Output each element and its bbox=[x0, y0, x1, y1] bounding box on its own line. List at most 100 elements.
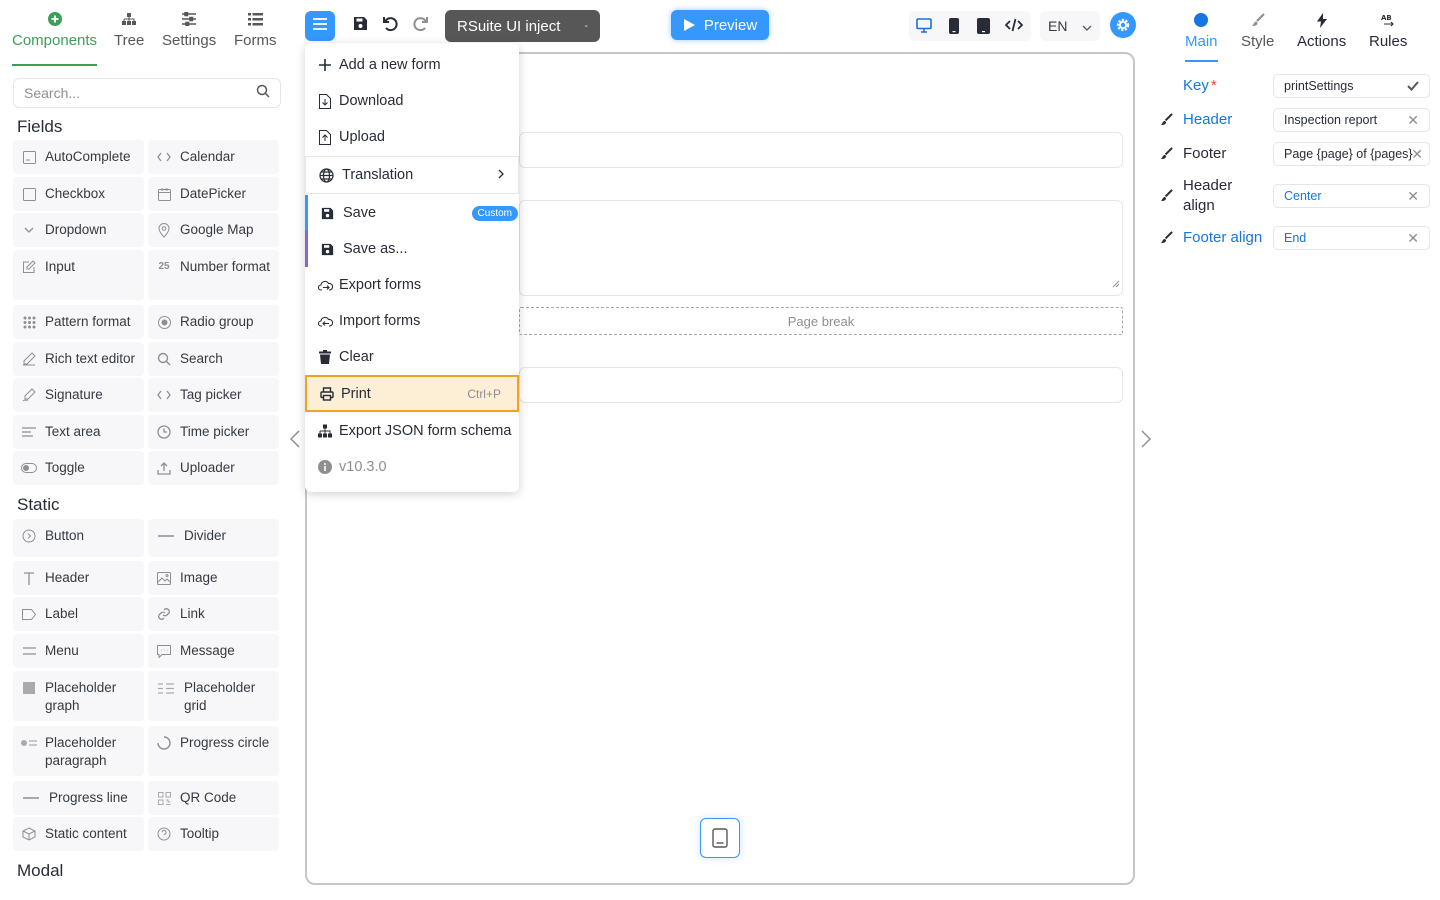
page-break[interactable]: Page break bbox=[519, 307, 1123, 335]
clear-icon[interactable]: ✕ bbox=[1407, 230, 1419, 247]
tab-rules[interactable]: AB Rules bbox=[1369, 10, 1407, 50]
component-label: Calendar bbox=[180, 149, 235, 164]
footer-align-select[interactable]: End ✕ bbox=[1273, 226, 1430, 250]
component-signature[interactable]: Signature bbox=[13, 378, 144, 412]
component-divider[interactable]: Divider bbox=[148, 519, 279, 557]
footer-field[interactable] bbox=[519, 367, 1123, 403]
component-static-content[interactable]: Static content bbox=[13, 817, 144, 851]
component-checkbox[interactable]: Checkbox bbox=[13, 177, 144, 211]
clock-icon bbox=[156, 423, 172, 441]
component-menu[interactable]: Menu bbox=[13, 634, 144, 668]
component-number-format[interactable]: 25 Number format bbox=[148, 250, 279, 300]
menu-item-clear[interactable]: Clear bbox=[305, 339, 519, 375]
chevron-left-icon[interactable] bbox=[289, 430, 300, 453]
placeholder-graph-icon bbox=[21, 679, 37, 697]
component-qr-code[interactable]: QR Code bbox=[148, 781, 279, 815]
prop-footer-label: Footer bbox=[1183, 145, 1227, 162]
menu-item-label: Translation bbox=[342, 167, 414, 183]
component-tooltip[interactable]: Tooltip bbox=[148, 817, 279, 851]
clear-icon[interactable]: ✕ bbox=[1407, 188, 1419, 205]
floppy-disk-icon bbox=[353, 16, 368, 36]
header-align-select[interactable]: Center ✕ bbox=[1273, 184, 1430, 208]
menu-item-save-as[interactable]: Save as... bbox=[305, 231, 519, 267]
component-label: Progress line bbox=[49, 790, 128, 805]
key-input[interactable]: printSettings bbox=[1273, 74, 1430, 98]
prop-header-label: Header bbox=[1183, 111, 1233, 128]
menu-item-add-form[interactable]: Add a new form bbox=[305, 47, 519, 83]
chevron-right-icon[interactable] bbox=[1141, 430, 1152, 453]
preview-button[interactable]: Preview bbox=[671, 10, 769, 40]
component-placeholder-grid[interactable]: Placeholder grid bbox=[148, 671, 279, 721]
link-icon bbox=[156, 605, 172, 623]
magnifier-icon bbox=[156, 350, 172, 368]
component-header[interactable]: Header bbox=[13, 561, 144, 595]
component-search[interactable]: Search bbox=[148, 342, 279, 376]
component-progress-line[interactable]: Progress line bbox=[13, 781, 144, 815]
component-text-area[interactable]: Text area bbox=[13, 415, 144, 449]
tablet-icon[interactable] bbox=[977, 18, 990, 39]
upload-file-icon bbox=[317, 129, 333, 145]
tab-label: Forms bbox=[234, 32, 277, 49]
menu-item-translation[interactable]: Translation bbox=[305, 156, 519, 194]
desktop-icon[interactable] bbox=[916, 18, 932, 38]
component-button[interactable]: Button bbox=[13, 519, 144, 557]
text-area-field[interactable] bbox=[519, 200, 1123, 296]
tab-settings[interactable]: Settings bbox=[162, 8, 216, 49]
code-icon[interactable] bbox=[1004, 18, 1024, 37]
search-icon[interactable] bbox=[256, 84, 270, 103]
clear-icon[interactable]: ✕ bbox=[1407, 112, 1419, 129]
component-rich-text-editor[interactable]: Rich text editor bbox=[13, 342, 144, 376]
tab-forms[interactable]: Forms bbox=[234, 8, 277, 49]
tab-actions[interactable]: Actions bbox=[1297, 10, 1346, 50]
menu-item-download[interactable]: Download bbox=[305, 83, 519, 119]
menu-item-export-schema[interactable]: Export JSON form schema bbox=[305, 413, 519, 449]
component-placeholder-paragraph[interactable]: Placeholder paragraph bbox=[13, 726, 144, 776]
context-select[interactable]: RSuite UI inject - bbox=[445, 10, 600, 42]
component-tag-picker[interactable]: Tag picker bbox=[148, 378, 279, 412]
component-input[interactable]: Input bbox=[13, 250, 144, 300]
header-input[interactable]: Inspection report ✕ bbox=[1273, 108, 1430, 132]
document-view-button[interactable] bbox=[700, 818, 740, 858]
header-field[interactable] bbox=[519, 132, 1123, 168]
chevron-down-icon bbox=[1082, 18, 1092, 34]
menu-item-export-forms[interactable]: Export forms bbox=[305, 267, 519, 303]
search-input[interactable] bbox=[24, 85, 256, 101]
component-message[interactable]: Message bbox=[148, 634, 279, 668]
save-button[interactable] bbox=[347, 11, 373, 41]
main-menu-dropdown: Add a new form Download Upload Translati… bbox=[305, 43, 519, 492]
component-pattern-format[interactable]: Pattern format bbox=[13, 305, 144, 339]
tab-style[interactable]: Style bbox=[1241, 10, 1274, 50]
undo-button[interactable] bbox=[377, 11, 403, 41]
component-datepicker[interactable]: DatePicker bbox=[148, 177, 279, 211]
component-placeholder-graph[interactable]: Placeholder graph bbox=[13, 671, 144, 721]
redo-button[interactable] bbox=[407, 11, 433, 41]
menu-item-save[interactable]: Save Custom bbox=[305, 195, 519, 231]
component-dropdown[interactable]: Dropdown bbox=[13, 213, 144, 247]
component-radio-group[interactable]: Radio group bbox=[148, 305, 279, 339]
component-autocomplete[interactable]: AutoComplete bbox=[13, 140, 144, 174]
component-image[interactable]: Image bbox=[148, 561, 279, 595]
mobile-icon[interactable] bbox=[949, 18, 959, 39]
main-menu-button[interactable] bbox=[305, 11, 335, 41]
component-uploader[interactable]: Uploader bbox=[148, 451, 279, 485]
component-toggle[interactable]: Toggle bbox=[13, 451, 144, 485]
theme-settings-button[interactable] bbox=[1110, 12, 1136, 38]
language-select[interactable]: EN bbox=[1040, 11, 1100, 41]
tab-components[interactable]: Components bbox=[12, 8, 98, 66]
component-time-picker[interactable]: Time picker bbox=[148, 415, 279, 449]
footer-input[interactable]: Page {page} of {pages} ✕ bbox=[1273, 142, 1430, 166]
check-icon[interactable] bbox=[1407, 81, 1419, 91]
menu-item-upload[interactable]: Upload bbox=[305, 119, 519, 155]
tab-main[interactable]: Main bbox=[1185, 10, 1218, 62]
component-progress-circle[interactable]: Progress circle bbox=[148, 726, 279, 776]
menu-item-print[interactable]: Print Ctrl+P bbox=[305, 375, 519, 412]
component-label-item[interactable]: Label bbox=[13, 597, 144, 631]
menu-item-import-forms[interactable]: Import forms bbox=[305, 303, 519, 339]
clear-icon[interactable]: ✕ bbox=[1411, 146, 1423, 163]
component-link[interactable]: Link bbox=[148, 597, 279, 631]
component-calendar[interactable]: Calendar bbox=[148, 140, 279, 174]
tab-tree[interactable]: Tree bbox=[114, 8, 144, 49]
resize-handle-icon[interactable] bbox=[1112, 275, 1120, 293]
component-google-map[interactable]: Google Map bbox=[148, 213, 279, 247]
placeholder-paragraph-icon bbox=[21, 734, 37, 752]
